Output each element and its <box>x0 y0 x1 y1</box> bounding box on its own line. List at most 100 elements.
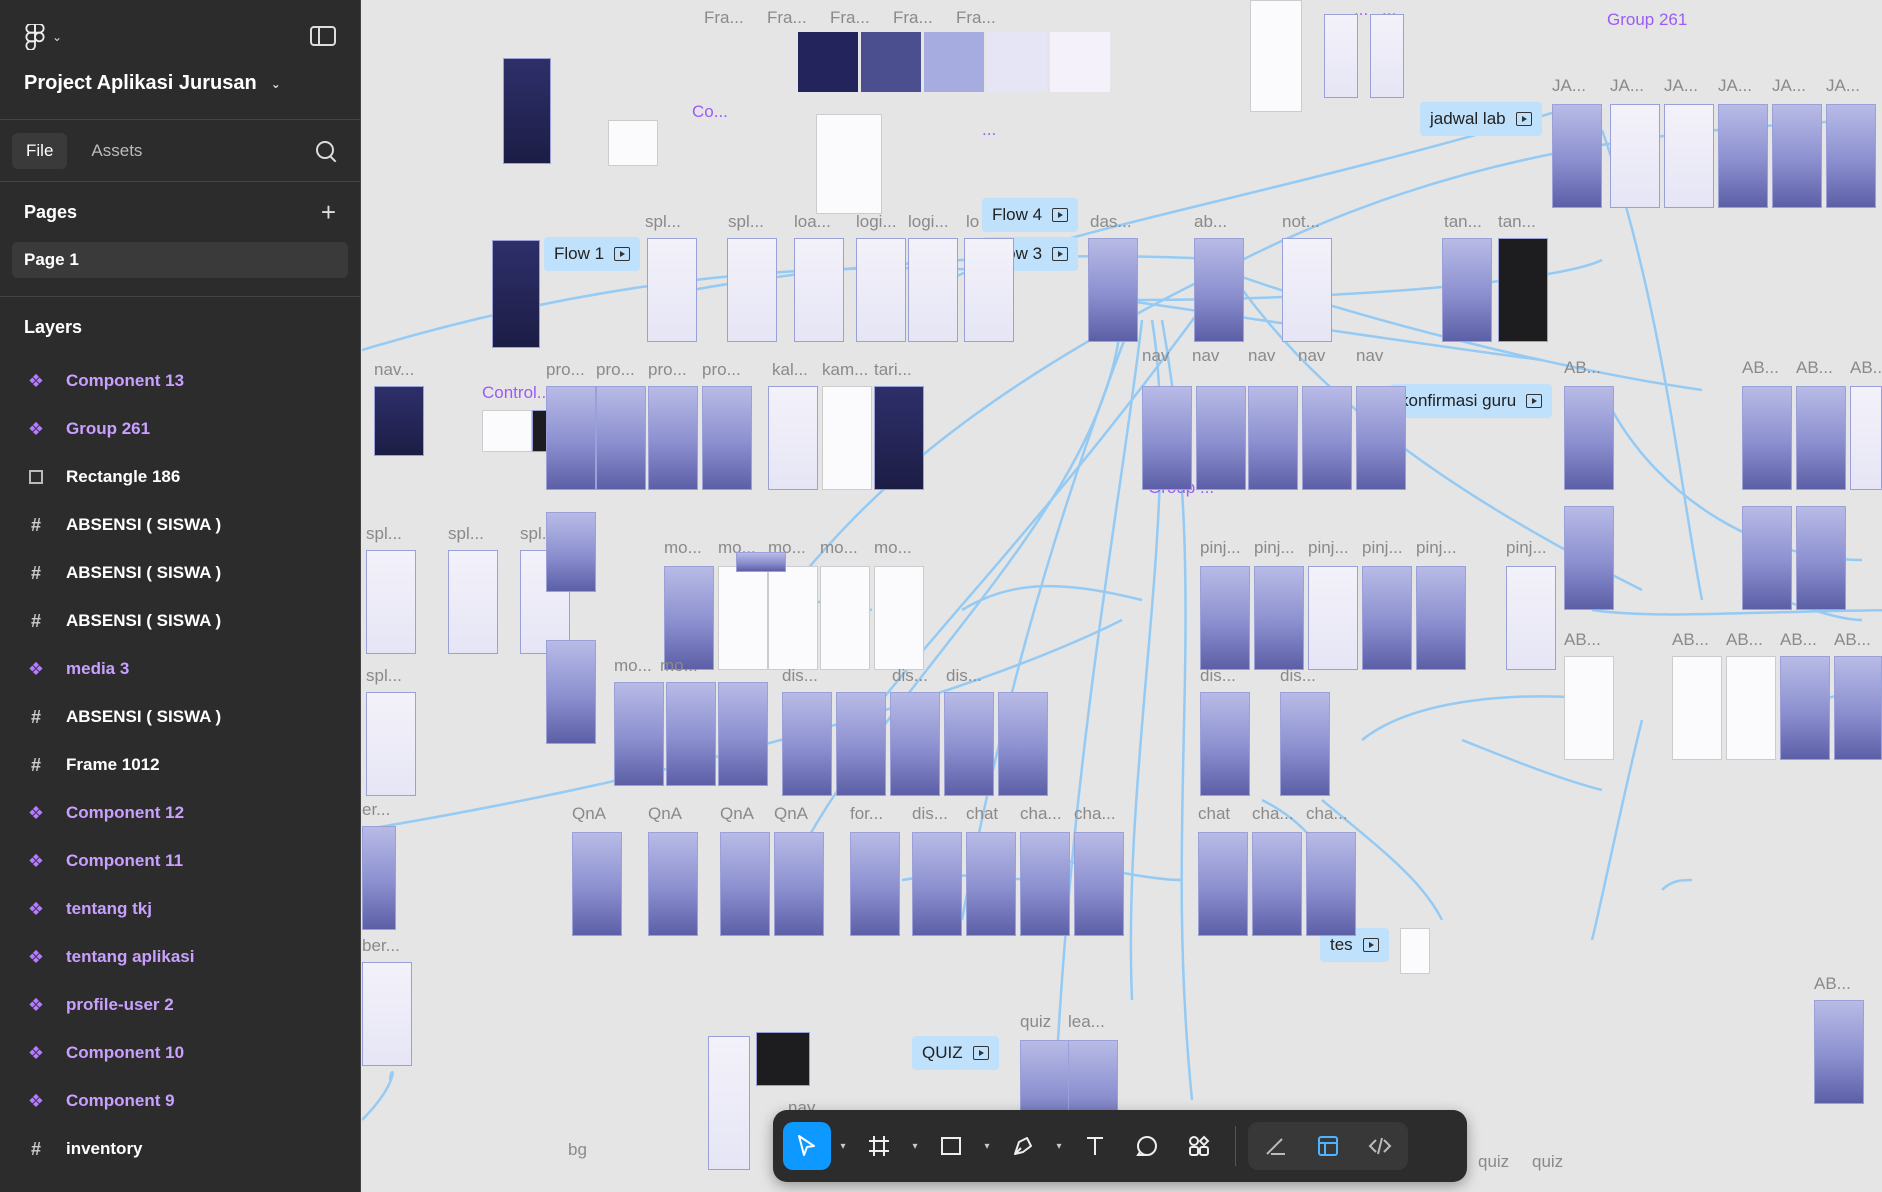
canvas-frame[interactable] <box>1282 238 1332 342</box>
canvas-frame[interactable] <box>850 832 900 936</box>
flow-tag[interactable]: konfirmasi guru <box>1390 384 1553 418</box>
canvas-frame[interactable] <box>782 692 832 796</box>
canvas-frame[interactable] <box>664 566 714 670</box>
canvas-frame[interactable] <box>768 566 818 670</box>
layer-item[interactable]: ❖ Component 9 <box>0 1077 360 1125</box>
canvas-frame[interactable] <box>366 692 416 796</box>
canvas-frame[interactable] <box>820 566 870 670</box>
canvas-frame[interactable] <box>816 114 882 214</box>
canvas-frame[interactable] <box>1324 14 1358 98</box>
canvas-frame[interactable] <box>1356 386 1406 490</box>
shape-tool-button[interactable] <box>927 1122 975 1170</box>
layer-item[interactable]: # ABSENSI ( SISWA ) <box>0 693 360 741</box>
actions-tool-button[interactable] <box>1175 1122 1223 1170</box>
flow-tag[interactable]: jadwal lab <box>1420 102 1542 136</box>
canvas-frame[interactable] <box>1796 386 1846 490</box>
layer-item[interactable]: # ABSENSI ( SISWA ) <box>0 549 360 597</box>
canvas-frame[interactable] <box>1772 104 1822 208</box>
color-swatch-frame[interactable] <box>798 32 858 92</box>
layer-item[interactable]: ❖ Component 12 <box>0 789 360 837</box>
canvas-frame[interactable] <box>1742 386 1792 490</box>
canvas-frame[interactable] <box>1826 104 1876 208</box>
canvas-frame[interactable] <box>546 640 596 744</box>
flow-tag[interactable]: Flow 4 <box>982 198 1079 232</box>
canvas-frame[interactable] <box>756 1032 810 1086</box>
canvas-frame[interactable] <box>1498 238 1548 342</box>
canvas-frame[interactable] <box>1362 566 1412 670</box>
canvas-frame[interactable] <box>874 386 924 490</box>
layer-item[interactable]: ❖ Component 13 <box>0 357 360 405</box>
canvas-frame[interactable] <box>856 238 906 342</box>
canvas-frame[interactable] <box>1834 656 1882 760</box>
canvas-frame[interactable] <box>1308 566 1358 670</box>
canvas-frame[interactable] <box>482 410 532 452</box>
canvas-frame[interactable] <box>718 682 768 786</box>
canvas-frame[interactable] <box>1088 238 1138 342</box>
canvas-frame[interactable] <box>964 238 1014 342</box>
canvas-frame[interactable] <box>1370 14 1404 98</box>
canvas-frame[interactable] <box>718 566 768 670</box>
layer-item[interactable]: # ABSENSI ( SISWA ) <box>0 597 360 645</box>
chevron-down-icon[interactable]: ▾ <box>1051 1141 1067 1152</box>
canvas-frame[interactable] <box>890 692 940 796</box>
canvas-frame[interactable] <box>362 826 396 930</box>
canvas-frame[interactable] <box>1814 1000 1864 1104</box>
canvas-frame[interactable] <box>1552 104 1602 208</box>
canvas-frame[interactable] <box>1416 566 1466 670</box>
canvas-frame[interactable] <box>794 238 844 342</box>
canvas-frame[interactable] <box>1194 238 1244 342</box>
present-flow-icon[interactable] <box>1515 112 1532 126</box>
canvas-frame[interactable] <box>1796 506 1846 610</box>
color-swatch-frame[interactable] <box>924 32 984 92</box>
canvas-frame[interactable] <box>966 832 1016 936</box>
canvas-frame[interactable] <box>362 962 412 1066</box>
canvas-frame[interactable] <box>1672 656 1722 760</box>
present-flow-icon[interactable] <box>1052 247 1069 261</box>
canvas-frame[interactable] <box>1718 104 1768 208</box>
canvas-frame[interactable] <box>572 832 622 936</box>
canvas-frame[interactable] <box>1142 386 1192 490</box>
canvas-frame[interactable] <box>822 386 872 490</box>
canvas-frame[interactable] <box>1506 566 1556 670</box>
chevron-down-icon[interactable]: ▾ <box>907 1141 923 1152</box>
layer-item[interactable]: ❖ Group 261 <box>0 405 360 453</box>
canvas-frame[interactable] <box>1200 566 1250 670</box>
frame-tool-button[interactable] <box>855 1122 903 1170</box>
layer-item[interactable]: ❖ Component 11 <box>0 837 360 885</box>
canvas-frame[interactable] <box>503 58 551 164</box>
canvas-frame[interactable] <box>1742 506 1792 610</box>
canvas-frame[interactable] <box>1564 656 1614 760</box>
flow-tag[interactable]: Flow 1 <box>544 237 641 271</box>
dev-mode-button[interactable] <box>1356 1122 1404 1170</box>
canvas-frame[interactable] <box>1610 104 1660 208</box>
color-swatch-frame[interactable] <box>1050 32 1110 92</box>
canvas-frame[interactable] <box>596 386 646 490</box>
add-page-icon[interactable]: + <box>321 197 336 228</box>
canvas-frame[interactable] <box>998 692 1048 796</box>
comment-tool-button[interactable] <box>1123 1122 1171 1170</box>
canvas-frame[interactable] <box>1074 832 1124 936</box>
canvas-frame[interactable] <box>1280 692 1330 796</box>
canvas-frame[interactable] <box>1306 832 1356 936</box>
text-tool-button[interactable] <box>1071 1122 1119 1170</box>
canvas-frame[interactable] <box>736 552 786 572</box>
flow-tag[interactable]: QUIZ <box>912 1036 999 1070</box>
layer-item[interactable]: ❖ tentang aplikasi <box>0 933 360 981</box>
present-flow-icon[interactable] <box>1362 938 1379 952</box>
canvas-frame[interactable] <box>912 832 962 936</box>
canvas-frame[interactable] <box>1780 656 1830 760</box>
canvas-frame[interactable] <box>1564 506 1614 610</box>
canvas-frame[interactable] <box>648 832 698 936</box>
layer-item[interactable]: ❖ Component 10 <box>0 1029 360 1077</box>
canvas-frame[interactable] <box>1850 386 1882 490</box>
toggle-sidebar-icon[interactable] <box>310 26 336 46</box>
canvas-frame[interactable] <box>366 550 416 654</box>
canvas-frame[interactable] <box>448 550 498 654</box>
canvas-frame[interactable] <box>727 238 777 342</box>
layer-item[interactable]: Rectangle 186 <box>0 453 360 501</box>
page-item[interactable]: Page 1 <box>12 242 348 278</box>
canvas-frame[interactable] <box>1726 656 1776 760</box>
present-flow-icon[interactable] <box>614 247 631 261</box>
move-tool-button[interactable] <box>783 1122 831 1170</box>
canvas-frame[interactable] <box>648 386 698 490</box>
